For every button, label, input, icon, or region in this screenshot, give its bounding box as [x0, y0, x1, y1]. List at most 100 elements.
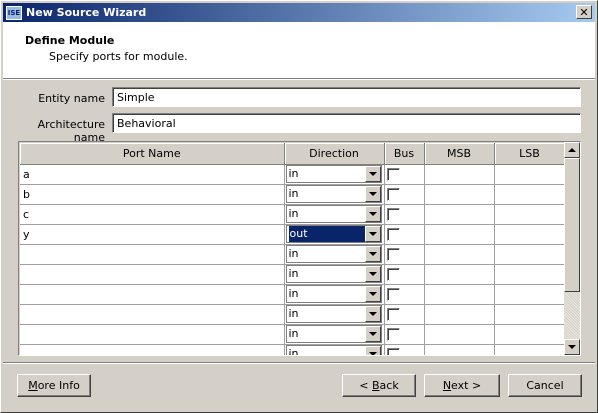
direction-value: in [288, 247, 299, 260]
lsb-cell[interactable] [494, 284, 565, 305]
lsb-cell[interactable] [494, 344, 565, 355]
direction-dropdown[interactable]: in [285, 245, 382, 263]
back-button[interactable]: < Back [342, 374, 416, 397]
vertical-scrollbar[interactable] [564, 142, 580, 355]
bus-checkbox[interactable] [386, 327, 400, 341]
column-header-lsb[interactable]: LSB [494, 143, 565, 165]
title-bar[interactable]: ISE New Source Wizard ✕ [3, 3, 595, 22]
header-divider [3, 79, 595, 80]
direction-dropdown[interactable]: in [285, 345, 382, 356]
port-name-cell[interactable] [20, 244, 285, 265]
direction-dropdown[interactable]: in [285, 325, 382, 343]
close-button[interactable]: ✕ [576, 5, 592, 19]
port-name-cell[interactable] [20, 304, 285, 325]
port-name-cell[interactable] [20, 284, 285, 305]
dropdown-button[interactable] [364, 306, 381, 322]
table-row[interactable]: in [20, 344, 565, 356]
scroll-thumb[interactable] [564, 158, 580, 292]
msb-cell[interactable] [424, 244, 495, 265]
dropdown-button[interactable] [364, 226, 381, 242]
direction-dropdown[interactable]: out [285, 225, 382, 243]
lsb-cell[interactable] [494, 184, 565, 205]
lsb-cell[interactable] [494, 324, 565, 345]
port-name-cell[interactable]: b [20, 184, 285, 205]
direction-dropdown[interactable]: in [285, 285, 382, 303]
direction-dropdown[interactable]: in [285, 265, 382, 283]
bus-checkbox[interactable] [386, 267, 400, 281]
architecture-name-field[interactable]: Behavioral [112, 113, 581, 133]
msb-cell[interactable] [424, 204, 495, 225]
scroll-down-button[interactable] [564, 339, 580, 355]
next-button[interactable]: Next > [424, 374, 500, 397]
table-row[interactable]: in [20, 324, 565, 345]
table-row[interactable]: in [20, 264, 565, 285]
dropdown-button[interactable] [364, 326, 381, 342]
table-row[interactable]: in [20, 284, 565, 305]
dropdown-button[interactable] [364, 206, 381, 222]
port-name-cell[interactable]: y [20, 224, 285, 245]
port-name-cell[interactable] [20, 344, 285, 355]
direction-dropdown[interactable]: in [285, 205, 382, 223]
bus-checkbox[interactable] [386, 347, 400, 355]
msb-cell[interactable] [424, 304, 495, 325]
dropdown-button[interactable] [364, 266, 381, 282]
dropdown-button[interactable] [364, 346, 381, 355]
port-name-cell[interactable]: a [20, 164, 285, 185]
msb-cell[interactable] [424, 264, 495, 285]
dropdown-button[interactable] [364, 286, 381, 302]
table-row[interactable]: y out [20, 224, 565, 245]
bus-checkbox[interactable] [386, 247, 400, 261]
cancel-button[interactable]: Cancel [508, 374, 582, 397]
direction-value: in [288, 347, 299, 356]
direction-cell: in [284, 344, 385, 356]
back-label: < Back [359, 379, 399, 392]
lsb-cell[interactable] [494, 244, 565, 265]
bus-checkbox[interactable] [386, 287, 400, 301]
column-header-bus[interactable]: Bus [384, 143, 425, 165]
msb-cell[interactable] [424, 164, 495, 185]
entity-name-field[interactable]: Simple [112, 87, 581, 107]
dropdown-button[interactable] [364, 186, 381, 202]
more-info-label: More Info [28, 379, 80, 392]
bus-checkbox[interactable] [386, 227, 400, 241]
bus-checkbox[interactable] [386, 307, 400, 321]
port-name-cell[interactable] [20, 324, 285, 345]
port-name-value: b [23, 187, 30, 201]
dropdown-button[interactable] [364, 246, 381, 262]
bus-checkbox[interactable] [386, 167, 400, 181]
msb-cell[interactable] [424, 344, 495, 355]
table-row[interactable]: c in [20, 204, 565, 225]
chevron-down-icon [368, 232, 377, 236]
dropdown-button[interactable] [364, 166, 381, 182]
lsb-cell[interactable] [494, 204, 565, 225]
msb-cell[interactable] [424, 184, 495, 205]
lsb-cell[interactable] [494, 224, 565, 245]
table-row[interactable]: in [20, 244, 565, 265]
column-header-port-name[interactable]: Port Name [20, 143, 285, 165]
msb-cell[interactable] [424, 224, 495, 245]
msb-cell[interactable] [424, 284, 495, 305]
lsb-cell[interactable] [494, 264, 565, 285]
bus-checkbox[interactable] [386, 207, 400, 221]
direction-value: in [288, 307, 299, 320]
page-title: Define Module [25, 34, 115, 47]
table-row[interactable]: b in [20, 184, 565, 205]
lsb-cell[interactable] [494, 304, 565, 325]
more-info-button[interactable]: More Info [17, 374, 91, 397]
app-icon: ISE [6, 5, 22, 20]
lsb-cell[interactable] [494, 164, 565, 185]
direction-dropdown[interactable]: in [285, 185, 382, 203]
direction-value: in [288, 327, 299, 340]
direction-dropdown[interactable]: in [285, 165, 382, 183]
port-name-cell[interactable] [20, 264, 285, 285]
direction-dropdown[interactable]: in [285, 305, 382, 323]
scroll-up-button[interactable] [564, 142, 580, 158]
table-row[interactable]: a in [20, 164, 565, 185]
bus-checkbox[interactable] [386, 187, 400, 201]
msb-cell[interactable] [424, 324, 495, 345]
column-header-direction[interactable]: Direction [284, 143, 385, 165]
arrow-up-icon [568, 148, 576, 152]
port-name-cell[interactable]: c [20, 204, 285, 225]
column-header-msb[interactable]: MSB [424, 143, 495, 165]
table-row[interactable]: in [20, 304, 565, 325]
